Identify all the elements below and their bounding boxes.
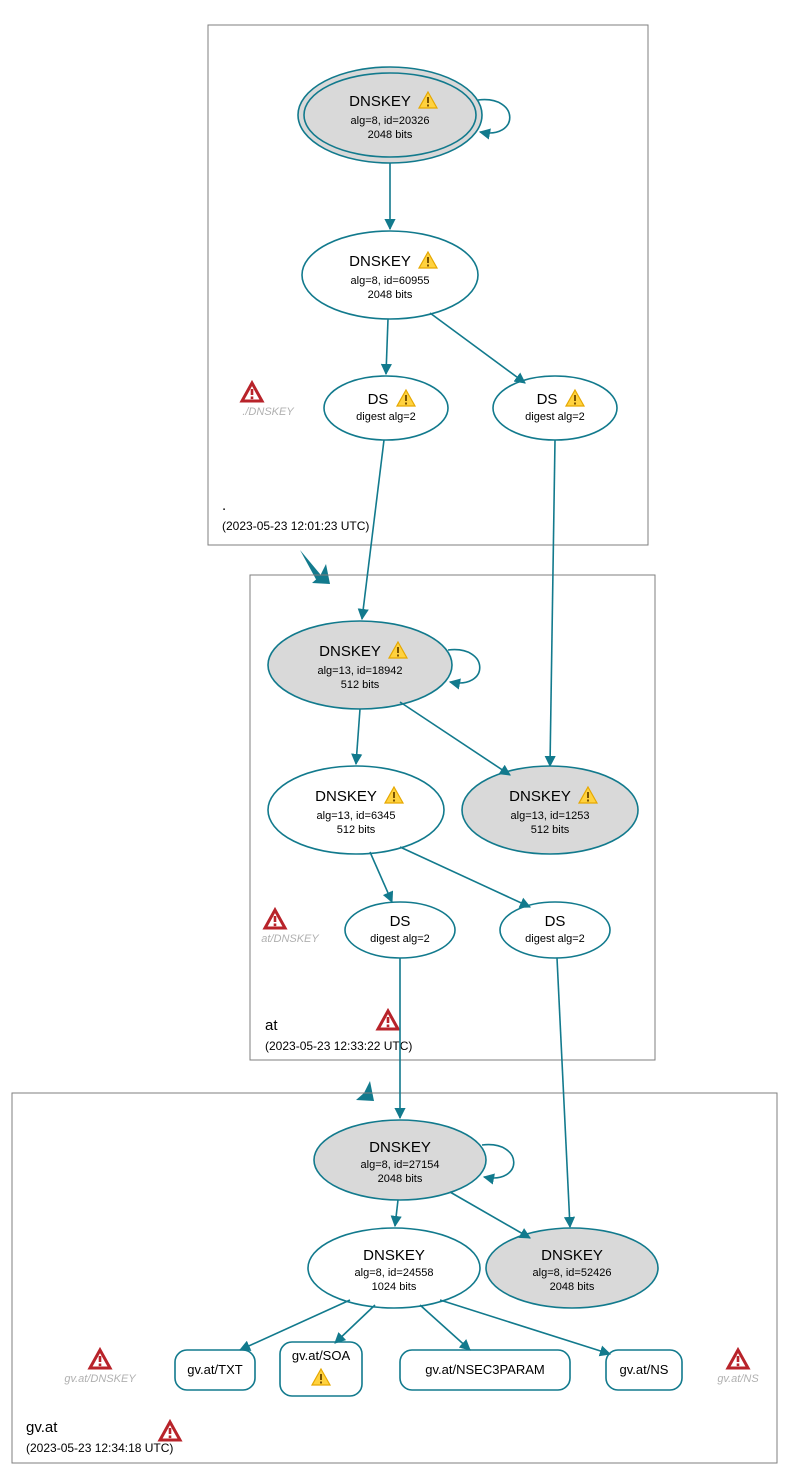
node-gv-ksk: DNSKEY alg=8, id=27154 2048 bits — [314, 1120, 486, 1200]
record-gv-txt: gv.at/TXT — [175, 1350, 255, 1390]
error-icon — [90, 1350, 110, 1368]
svg-text:2048 bits: 2048 bits — [550, 1281, 595, 1293]
svg-text:gv.at/NSEC3PARAM: gv.at/NSEC3PARAM — [425, 1362, 544, 1377]
zone-gvat-time: (2023-05-23 12:34:18 UTC) — [26, 1441, 173, 1455]
svg-text:gv.at/TXT: gv.at/TXT — [187, 1362, 242, 1377]
error-icon — [728, 1350, 748, 1368]
svg-text:digest alg=2: digest alg=2 — [525, 411, 585, 423]
svg-text:DS: DS — [545, 913, 566, 930]
node-gv-key2: DNSKEY alg=8, id=52426 2048 bits — [486, 1228, 658, 1308]
record-gv-nsec3: gv.at/NSEC3PARAM — [400, 1350, 570, 1390]
node-at-ds1: DS digest alg=2 — [345, 902, 455, 958]
svg-text:at/DNSKEY: at/DNSKEY — [261, 933, 319, 945]
svg-text:DNSKEY: DNSKEY — [363, 1247, 425, 1264]
zone-root-label: . — [222, 497, 226, 514]
svg-text:./DNSKEY: ./DNSKEY — [242, 406, 294, 418]
svg-text:alg=8, id=60955: alg=8, id=60955 — [351, 275, 430, 287]
node-at-key2: DNSKEY alg=13, id=1253 512 bits — [462, 766, 638, 854]
svg-text:gv.at/SOA: gv.at/SOA — [292, 1348, 351, 1363]
svg-text:1024 bits: 1024 bits — [372, 1281, 417, 1293]
svg-text:DNSKEY: DNSKEY — [349, 93, 411, 110]
svg-text:DS: DS — [537, 391, 558, 408]
dnssec-diagram: . (2023-05-23 12:01:23 UTC) DNSKEY alg=8… — [0, 0, 789, 1475]
record-gv-ns: gv.at/NS — [606, 1350, 682, 1390]
svg-text:DNSKEY: DNSKEY — [315, 788, 377, 805]
svg-text:gv.at/NS: gv.at/NS — [620, 1362, 669, 1377]
error-icon — [265, 910, 285, 928]
svg-text:digest alg=2: digest alg=2 — [525, 933, 585, 945]
zone-at-time: (2023-05-23 12:33:22 UTC) — [265, 1039, 412, 1053]
svg-text:512 bits: 512 bits — [531, 824, 570, 836]
node-root-ds1: DS digest alg=2 — [324, 376, 448, 440]
node-at-ksk: DNSKEY alg=13, id=18942 512 bits — [268, 621, 452, 709]
svg-text:digest alg=2: digest alg=2 — [356, 411, 416, 423]
svg-text:2048 bits: 2048 bits — [368, 129, 413, 141]
svg-text:DNSKEY: DNSKEY — [541, 1247, 603, 1264]
svg-text:alg=8, id=27154: alg=8, id=27154 — [361, 1159, 440, 1171]
error-icon — [378, 1011, 398, 1029]
svg-text:DNSKEY: DNSKEY — [509, 788, 571, 805]
anchor-root-dnskey: ./DNSKEY — [242, 383, 294, 418]
zone-at-label: at — [265, 1017, 278, 1034]
anchor-gv-ns: gv.at/NS — [717, 1350, 759, 1385]
svg-text:alg=13, id=18942: alg=13, id=18942 — [317, 665, 402, 677]
node-root-zsk: DNSKEY alg=8, id=60955 2048 bits — [302, 231, 478, 319]
svg-text:gv.at/NS: gv.at/NS — [717, 1373, 759, 1385]
zone-root-time: (2023-05-23 12:01:23 UTC) — [222, 519, 369, 533]
zone-gvat-label: gv.at — [26, 1419, 58, 1436]
svg-text:digest alg=2: digest alg=2 — [370, 933, 430, 945]
svg-text:2048 bits: 2048 bits — [378, 1173, 423, 1185]
svg-text:DNSKEY: DNSKEY — [369, 1139, 431, 1156]
svg-text:alg=8, id=20326: alg=8, id=20326 — [351, 115, 430, 127]
node-at-ds2: DS digest alg=2 — [500, 902, 610, 958]
svg-text:alg=13, id=1253: alg=13, id=1253 — [511, 810, 590, 822]
anchor-at-dnskey: at/DNSKEY — [261, 910, 319, 945]
node-root-ds2: DS digest alg=2 — [493, 376, 617, 440]
anchor-gv-dnskey: gv.at/DNSKEY — [64, 1350, 136, 1385]
error-icon — [160, 1422, 180, 1440]
svg-text:gv.at/DNSKEY: gv.at/DNSKEY — [64, 1373, 136, 1385]
node-root-ksk: DNSKEY alg=8, id=20326 2048 bits — [298, 67, 482, 163]
svg-text:DNSKEY: DNSKEY — [319, 643, 381, 660]
svg-text:512 bits: 512 bits — [341, 679, 380, 691]
svg-text:DNSKEY: DNSKEY — [349, 253, 411, 270]
svg-text:DS: DS — [390, 913, 411, 930]
svg-text:DS: DS — [368, 391, 389, 408]
record-gv-soa: gv.at/SOA — [280, 1342, 362, 1396]
svg-text:alg=8, id=52426: alg=8, id=52426 — [533, 1267, 612, 1279]
svg-text:alg=13, id=6345: alg=13, id=6345 — [317, 810, 396, 822]
node-at-zsk: DNSKEY alg=13, id=6345 512 bits — [268, 766, 444, 854]
error-icon — [242, 383, 262, 401]
node-gv-zsk: DNSKEY alg=8, id=24558 1024 bits — [308, 1228, 480, 1308]
svg-text:512 bits: 512 bits — [337, 824, 376, 836]
svg-text:2048 bits: 2048 bits — [368, 289, 413, 301]
svg-text:alg=8, id=24558: alg=8, id=24558 — [355, 1267, 434, 1279]
